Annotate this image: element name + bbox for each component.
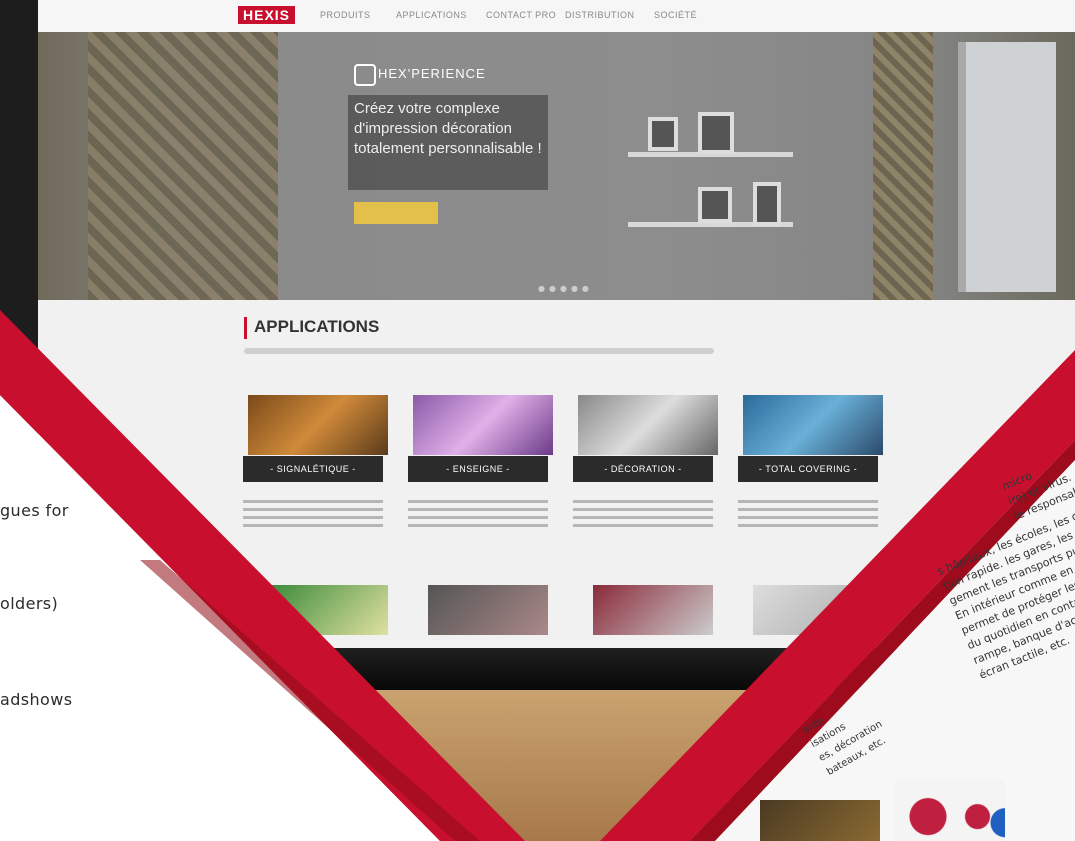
hexis-logo-icon <box>354 64 376 86</box>
section-title: APPLICATIONS <box>254 317 380 336</box>
picture-frame <box>698 187 732 223</box>
nav-item-distribution: DISTRIBUTION <box>565 10 635 20</box>
monitor-screen: HEXIS PRODUITS APPLICATIONS CONTACT PRO … <box>38 0 1075 648</box>
hero-line-1: Créez votre complexe <box>354 100 500 117</box>
virus-illustration <box>895 780 1005 841</box>
thumbnail <box>593 585 713 635</box>
app-description-blur <box>408 500 548 530</box>
app-description-blur <box>738 500 878 530</box>
app-image-total-covering <box>743 395 883 455</box>
nav-item-produits: PRODUITS <box>320 10 371 20</box>
section-accent-bar <box>244 317 247 339</box>
nav-item-applications: APPLICATIONS <box>396 10 467 20</box>
wallpaper-pattern-right <box>873 32 933 300</box>
left-text-line-1: gues for <box>0 501 69 520</box>
app-label-enseigne: - ENSEIGNE - <box>408 456 548 482</box>
thumbnail <box>268 585 388 635</box>
picture-frame <box>698 112 734 154</box>
monitor-bezel <box>0 648 1075 690</box>
app-image-enseigne <box>413 395 553 455</box>
app-description-blur <box>573 500 713 530</box>
thumbnail <box>753 585 873 635</box>
hero-banner <box>38 32 1075 300</box>
left-text-line-3: adshows <box>0 690 73 709</box>
picture-frame <box>648 117 678 151</box>
wallpaper-pattern <box>88 32 278 300</box>
site-nav: HEXIS PRODUITS APPLICATIONS CONTACT PRO … <box>38 0 1075 33</box>
app-description-blur <box>243 500 383 530</box>
app-label-decoration: - DÉCORATION - <box>573 456 713 482</box>
nav-item-societe: SOCIÉTÉ <box>654 10 698 20</box>
section-subtitle-blur <box>244 348 714 354</box>
hero-brand: HEX'PERIENCE <box>378 66 486 81</box>
carousel-dots-icon: ●●●●● <box>538 284 593 293</box>
site-logo: HEXIS <box>238 6 296 24</box>
thumbnail <box>428 585 548 635</box>
left-text-line-2: olders) <box>0 594 59 613</box>
hero-cta-button <box>354 202 438 224</box>
brochure-image <box>760 800 880 841</box>
window <box>958 42 1056 292</box>
hero-line-2: d'impression décoration <box>354 120 512 137</box>
app-image-signaletique <box>248 395 388 455</box>
nav-item-contact-pro: CONTACT PRO <box>486 10 557 20</box>
app-label-signaletique: - SIGNALÉTIQUE - <box>243 456 383 482</box>
hero-line-3: totalement personnalisable ! <box>354 140 542 157</box>
app-label-total-covering: - TOTAL COVERING - <box>738 456 878 482</box>
app-image-decoration <box>578 395 718 455</box>
picture-frame <box>753 182 781 226</box>
